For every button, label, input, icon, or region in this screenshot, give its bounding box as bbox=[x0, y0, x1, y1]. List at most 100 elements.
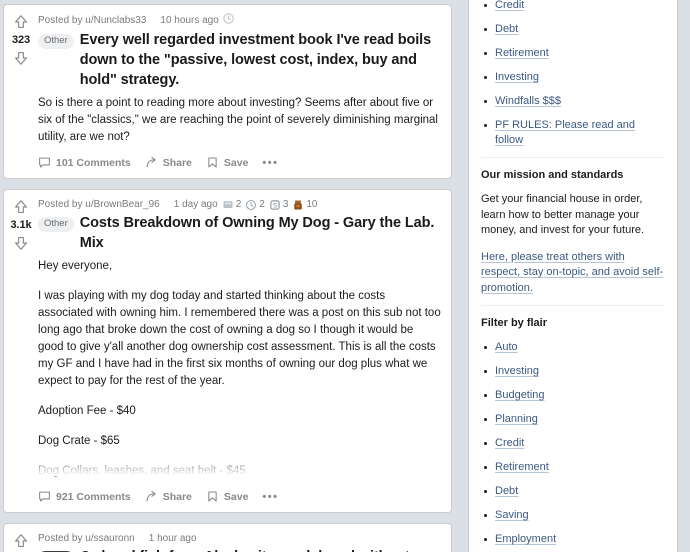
subreddit-info-card: Credit Debt Retirement Investing Windfal… bbox=[468, 0, 678, 552]
upvote-arrow-icon[interactable] bbox=[12, 532, 30, 550]
post-body: Posted by u/Nunclabs33 10 hours ago Othe… bbox=[38, 5, 451, 178]
post-title[interactable]: Ordered fish from Alaska, it was delayed… bbox=[80, 547, 441, 552]
flair-filter-list: Auto Investing Budgeting Planning Credit… bbox=[481, 340, 665, 552]
post-actions: 921 Comments Share Save ••• bbox=[38, 480, 441, 512]
list-item: Investing bbox=[484, 70, 665, 85]
flair-link-credit[interactable]: Credit bbox=[495, 437, 524, 449]
post-paragraph: So is there a point to reading more abou… bbox=[38, 97, 438, 143]
downvote-arrow-icon[interactable] bbox=[12, 49, 30, 67]
vote-column: 3.1k bbox=[4, 190, 38, 512]
save-label: Save bbox=[223, 156, 249, 169]
post-card[interactable]: 3.1k Posted by u/BrownBear_96 1 day ago … bbox=[3, 189, 452, 513]
list-item: Auto bbox=[484, 340, 665, 355]
flair-link-debt[interactable]: Debt bbox=[495, 485, 518, 497]
silver-award-icon bbox=[223, 200, 233, 208]
sidebar-column: Credit Debt Retirement Investing Windfal… bbox=[452, 0, 684, 552]
flair-link-planning[interactable]: Planning bbox=[495, 413, 538, 425]
list-item: Budgeting bbox=[484, 388, 665, 403]
flair-link-budgeting[interactable]: Budgeting bbox=[495, 389, 545, 401]
post-author[interactable]: Posted by u/BrownBear_96 bbox=[38, 198, 160, 211]
flair-link-saving[interactable]: Saving bbox=[495, 509, 529, 521]
vote-column: Vote bbox=[4, 524, 38, 552]
sidebar-link-retirement[interactable]: Retirement bbox=[495, 47, 549, 59]
post-text: So is there a point to reading more abou… bbox=[38, 95, 441, 146]
sidebar-link-credit[interactable]: Credit bbox=[495, 0, 524, 11]
comment-bubble-icon bbox=[39, 157, 50, 168]
share-arrow-icon bbox=[146, 156, 156, 168]
flair-link-retirement[interactable]: Retirement bbox=[495, 461, 549, 473]
comments-button[interactable]: 921 Comments bbox=[38, 490, 131, 503]
award-count: 3 bbox=[282, 199, 289, 210]
post-flair-badge[interactable]: Other bbox=[38, 217, 74, 232]
respect-text: Here, please treat others with respect, … bbox=[481, 250, 665, 297]
award-item[interactable]: S 3 bbox=[269, 198, 289, 211]
flair-link-investing[interactable]: Investing bbox=[495, 365, 539, 377]
post-paragraph: Hey everyone, bbox=[38, 260, 113, 272]
award-item[interactable]: 10 bbox=[292, 198, 318, 211]
post-title[interactable]: Every well regarded investment book I've… bbox=[80, 30, 441, 90]
post-paragraph: Dog Collars, leashes, and seat belt - $4… bbox=[38, 465, 246, 477]
post-flair-badge[interactable]: Other bbox=[38, 34, 74, 49]
list-item: Debt bbox=[484, 484, 665, 499]
vote-column: 323 bbox=[4, 5, 38, 178]
list-item: Saving bbox=[484, 508, 665, 523]
post-title[interactable]: Costs Breakdown of Owning My Dog - Gary … bbox=[80, 213, 441, 253]
comments-count-label: 101 Comments bbox=[56, 156, 131, 169]
upvote-arrow-icon[interactable] bbox=[12, 198, 30, 216]
upvote-arrow-icon[interactable] bbox=[12, 13, 30, 31]
post-author[interactable]: Posted by u/Nunclabs33 bbox=[38, 14, 146, 27]
bookmark-icon bbox=[208, 491, 217, 502]
gold-award-icon bbox=[294, 200, 303, 209]
save-button[interactable]: Save bbox=[206, 156, 249, 169]
sidebar-link-investing[interactable]: Investing bbox=[495, 71, 539, 83]
post-paragraph: Dog Crate - $65 bbox=[38, 435, 120, 447]
respect-link[interactable]: Here, please treat others with respect, … bbox=[481, 251, 663, 294]
sidebar-link-pf-rules[interactable]: PF RULES: Please read and follow bbox=[495, 119, 635, 146]
downvote-arrow-icon[interactable] bbox=[12, 234, 30, 252]
post-body: Posted by u/BrownBear_96 1 day ago 2 2 S… bbox=[38, 190, 451, 512]
post-meta: Posted by u/ssauronn 1 hour ago bbox=[38, 532, 441, 545]
bookmark-icon bbox=[208, 157, 217, 168]
post-card[interactable]: Vote Posted by u/ssauronn 1 hour ago Oth… bbox=[3, 523, 452, 552]
post-title-row: Other Every well regarded investment boo… bbox=[38, 30, 441, 90]
post-actions: 101 Comments Share Save ••• bbox=[38, 146, 441, 178]
share-label: Share bbox=[162, 156, 192, 169]
mission-text: Get your financial house in order, learn… bbox=[481, 193, 645, 236]
post-text: Hey everyone, I was playing with my dog … bbox=[38, 258, 441, 480]
post-title-row: Other Costs Breakdown of Owning My Dog -… bbox=[38, 213, 441, 253]
share-button[interactable]: Share bbox=[145, 156, 192, 169]
save-button[interactable]: Save bbox=[206, 490, 248, 503]
divider bbox=[481, 157, 665, 158]
post-paragraph: Adoption Fee - $40 bbox=[38, 405, 136, 417]
award-count: 2 bbox=[235, 199, 242, 210]
divider bbox=[481, 305, 665, 306]
more-options-button[interactable]: ••• bbox=[262, 157, 278, 169]
post-author[interactable]: Posted by u/ssauronn bbox=[38, 532, 135, 545]
helpful-award-icon bbox=[246, 199, 257, 210]
post-card[interactable]: 323 Posted by u/Nunclabs33 10 hours ago … bbox=[3, 4, 452, 179]
post-feed-column: 323 Posted by u/Nunclabs33 10 hours ago … bbox=[0, 0, 452, 552]
share-button[interactable]: Share bbox=[145, 490, 192, 503]
comments-button[interactable]: 101 Comments bbox=[38, 156, 131, 169]
sidebar-link-windfalls[interactable]: Windfalls $$$ bbox=[495, 95, 561, 107]
list-item: Planning bbox=[484, 412, 665, 427]
flair-link-employment[interactable]: Employment bbox=[495, 533, 556, 545]
comments-count-label: 921 Comments bbox=[56, 490, 131, 503]
post-meta: Posted by u/BrownBear_96 1 day ago 2 2 S… bbox=[38, 198, 441, 211]
post-score: 3.1k bbox=[10, 219, 32, 231]
post-timestamp: 1 hour ago bbox=[148, 533, 197, 544]
reddit-feed-page: 323 Posted by u/Nunclabs33 10 hours ago … bbox=[0, 0, 690, 552]
list-item: Retirement bbox=[484, 460, 665, 475]
list-item: Retirement bbox=[484, 46, 665, 61]
post-paragraph: I was playing with my dog today and star… bbox=[38, 290, 441, 387]
award-item[interactable]: 2 bbox=[245, 198, 265, 211]
sidebar-top-link-list: Credit Debt Retirement Investing Windfal… bbox=[481, 0, 665, 148]
post-score: 323 bbox=[11, 34, 31, 46]
flair-link-auto[interactable]: Auto bbox=[495, 341, 518, 353]
flair-filter-heading: Filter by flair bbox=[481, 317, 548, 329]
more-options-button[interactable]: ••• bbox=[262, 491, 278, 503]
sidebar-link-debt[interactable]: Debt bbox=[495, 23, 518, 35]
award-item[interactable]: 2 bbox=[222, 198, 242, 211]
post-title-row: Other Ordered fish from Alaska, it was d… bbox=[38, 547, 441, 552]
list-item: Credit bbox=[484, 0, 665, 13]
